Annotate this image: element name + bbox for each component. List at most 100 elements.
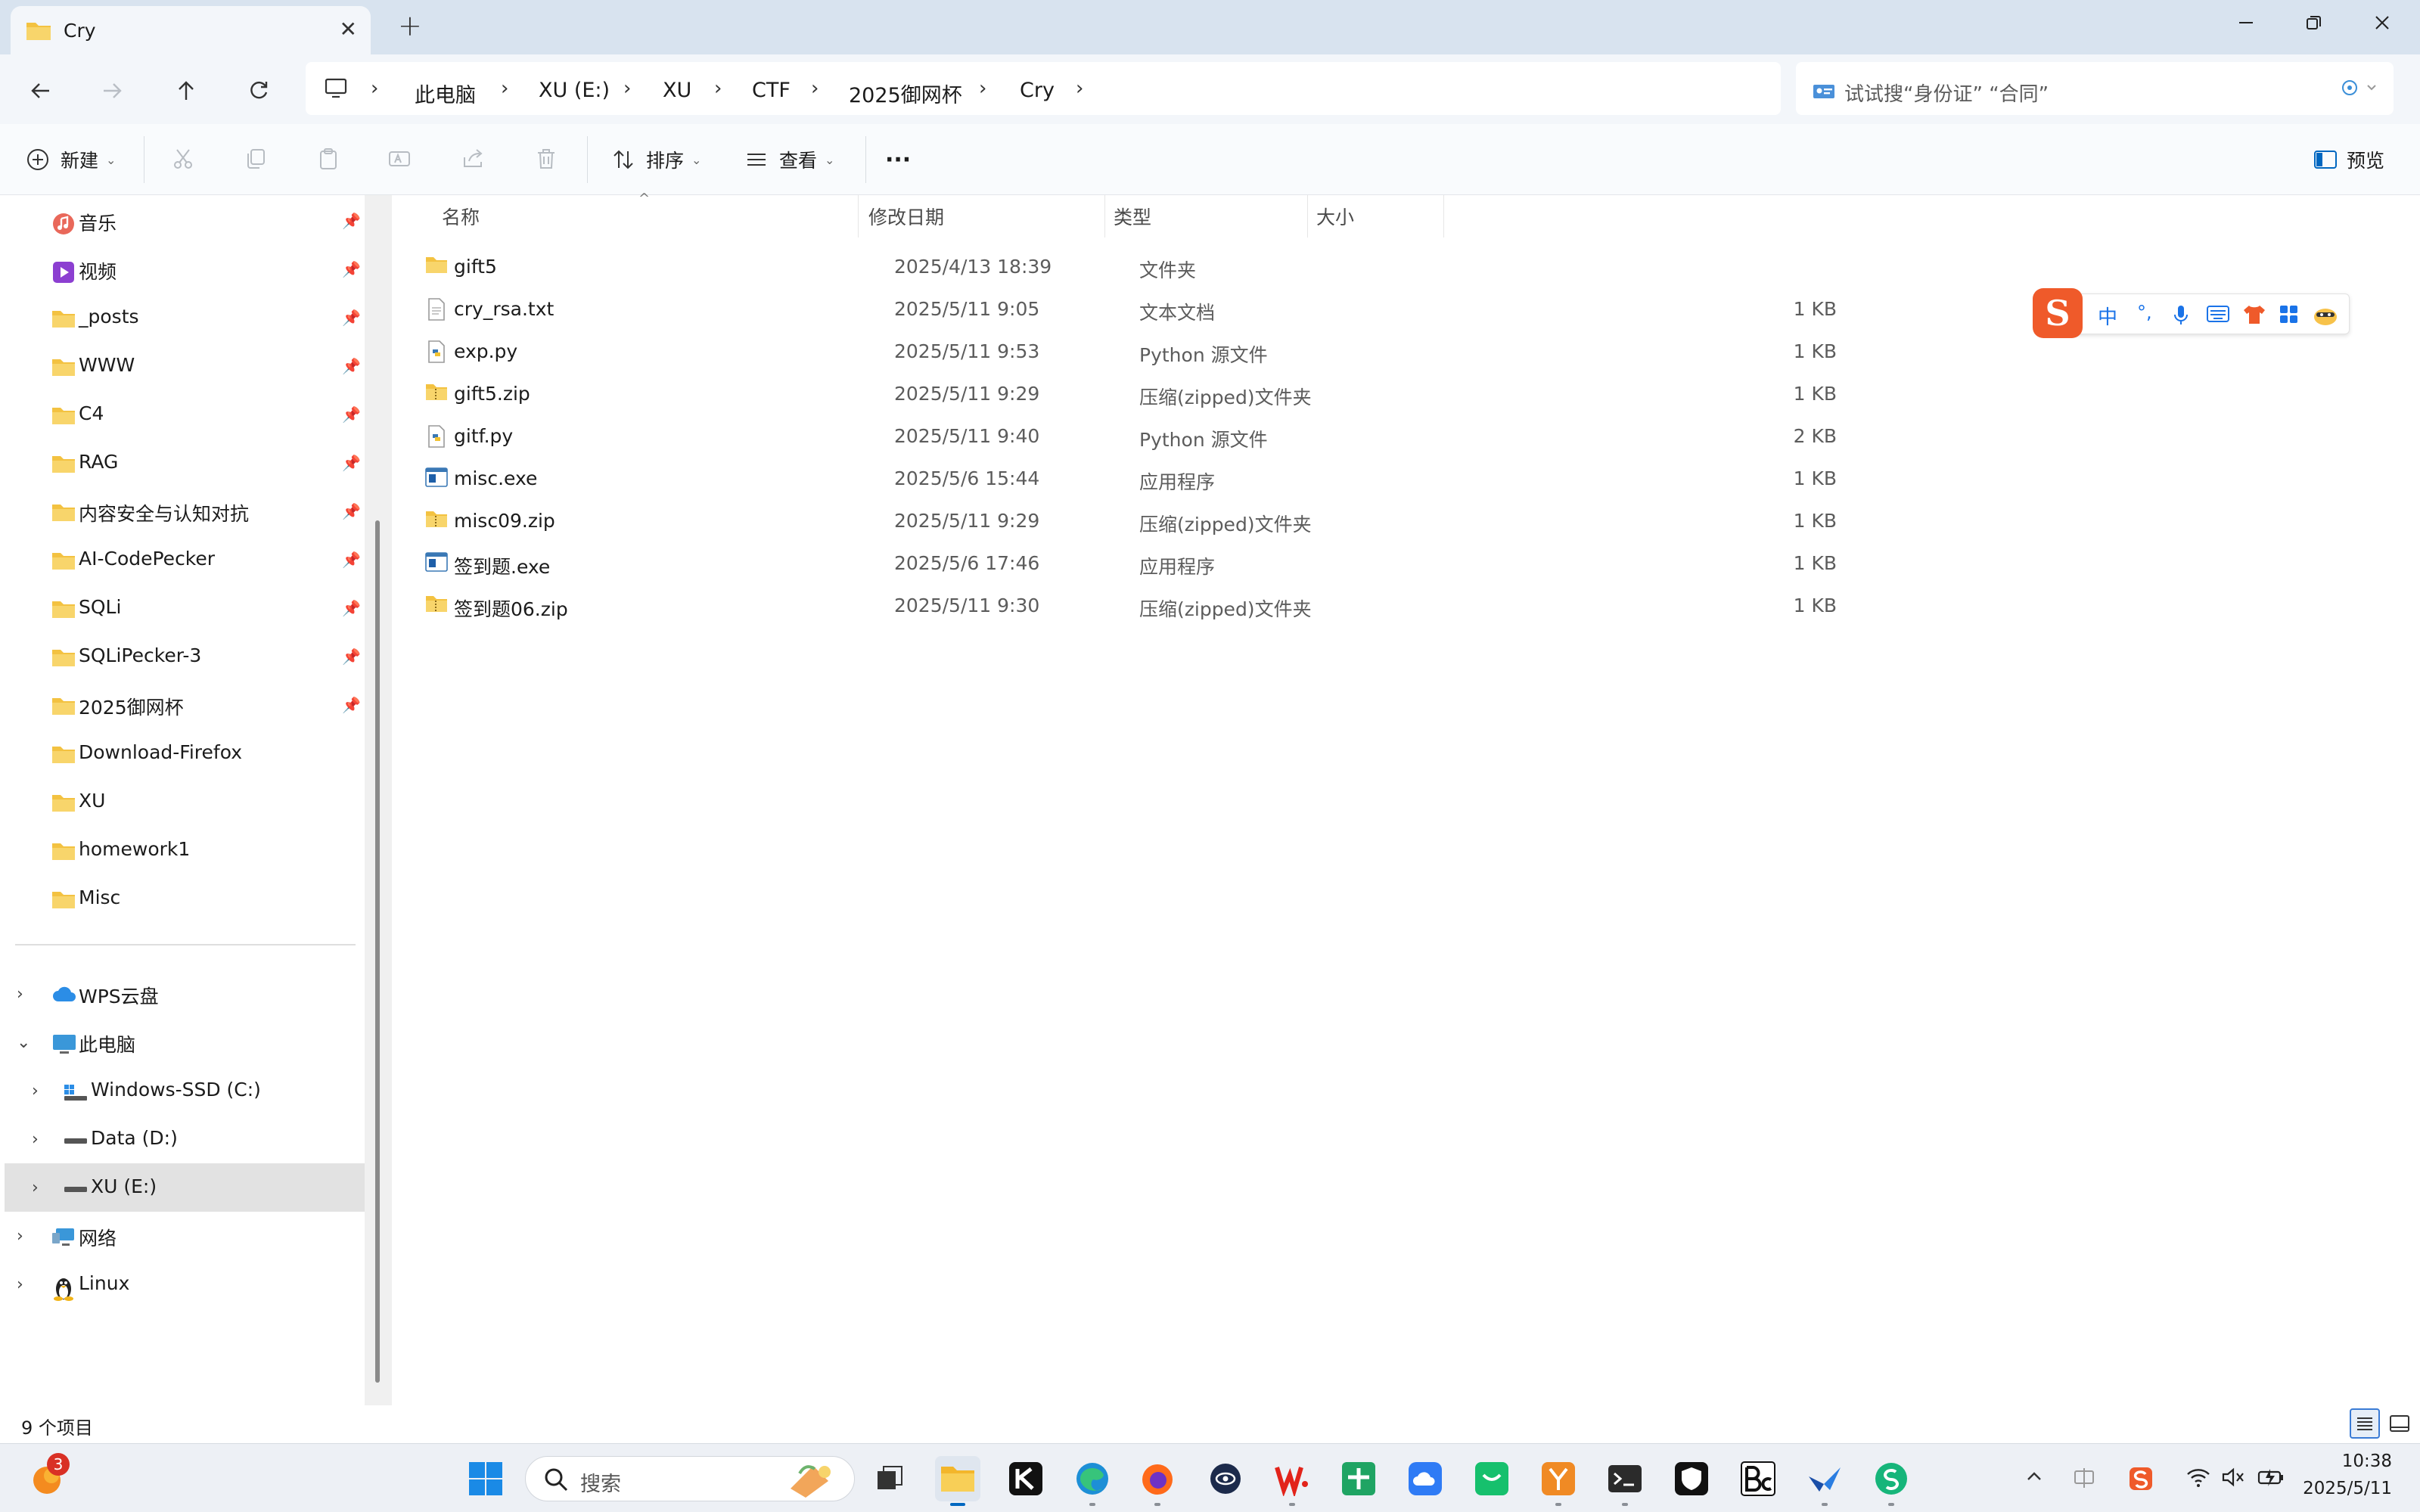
tiles-view-button[interactable] [2387, 1411, 2412, 1440]
sidebar-item-c4[interactable]: C4 📌 [0, 390, 371, 439]
file-row[interactable]: 签到题06.zip 2025/5/11 9:30 压缩(zipped)文件夹 1… [418, 584, 1837, 626]
column-header-type[interactable]: 类型 [1114, 203, 1151, 230]
sidebar-item-ai-codepecker[interactable]: AI-CodePecker 📌 [0, 536, 371, 584]
preview-pane-button[interactable]: 预览 [2313, 142, 2384, 177]
sidebar-item-drive-e[interactable]: › XU (E:) [5, 1163, 365, 1212]
file-row[interactable]: 签到题.exe 2025/5/6 17:46 应用程序 1 KB [418, 542, 1837, 584]
sogou-logo-icon[interactable]: S [2033, 288, 2083, 338]
taskbar-app-wps[interactable] [1269, 1456, 1315, 1506]
toolbox-grid-icon[interactable] [2279, 305, 2299, 329]
chevron-right-icon[interactable]: › [32, 1178, 39, 1197]
sidebar-item-posts[interactable]: _posts 📌 [0, 293, 371, 342]
share-icon[interactable] [461, 147, 486, 175]
chevron-right-icon[interactable]: › [17, 1227, 23, 1246]
start-button[interactable] [463, 1456, 508, 1501]
taskbar-app-vpn[interactable] [1203, 1456, 1248, 1501]
file-row[interactable]: gift5.zip 2025/5/11 9:29 压缩(zipped)文件夹 1… [418, 372, 1837, 414]
breadcrumb-drive-e[interactable]: XU (E:) [539, 79, 610, 102]
paste-icon[interactable] [316, 147, 340, 175]
taskbar-app-terminal[interactable] [1602, 1456, 1648, 1506]
ime-mode-toggle[interactable]: 中 [2098, 302, 2117, 330]
breadcrumb-cry[interactable]: Cry [1020, 79, 1055, 102]
sidebar-item-drive-c[interactable]: › Windows-SSD (C:) [0, 1066, 371, 1115]
column-divider[interactable] [1104, 195, 1105, 238]
ime-mascot-icon[interactable] [2313, 305, 2338, 331]
ime-punctuation-toggle[interactable]: °, [2137, 302, 2152, 323]
sidebar-scroll-thumb[interactable] [375, 520, 380, 1383]
sogou-tray-icon[interactable] [2129, 1467, 2153, 1495]
refresh-button[interactable] [238, 70, 280, 112]
chevron-right-icon[interactable]: › [979, 77, 986, 100]
battery-charging-icon[interactable] [2257, 1467, 2285, 1492]
details-view-button[interactable] [2350, 1408, 2380, 1439]
search-box[interactable]: 试试搜“身份证” “合同” [1796, 62, 2394, 115]
speaker-muted-icon[interactable] [2221, 1467, 2245, 1492]
breadcrumb-this-pc[interactable]: 此电脑 [415, 79, 476, 108]
ime-toolbar[interactable]: S 中 °, [2033, 288, 2350, 338]
sidebar-item-misc[interactable]: Misc [0, 874, 371, 923]
search-input[interactable]: 试试搜“身份证” “合同” [1844, 79, 2049, 107]
keyboard-icon[interactable] [2207, 305, 2229, 328]
taskbar-app-edge[interactable] [1070, 1456, 1115, 1506]
new-tab-button[interactable]: + [398, 9, 422, 42]
chevron-up-icon[interactable] [2024, 1467, 2044, 1491]
chevron-right-icon[interactable]: › [371, 77, 378, 100]
input-method-icon[interactable] [2073, 1467, 2095, 1494]
microphone-icon[interactable] [2173, 305, 2189, 331]
address-bar[interactable]: › 此电脑 › XU (E:) › XU › CTF › 2025御网杯 › C… [306, 62, 1781, 115]
sidebar-item-video[interactable]: 视频 📌 [0, 245, 371, 293]
chevron-right-icon[interactable]: › [501, 77, 508, 100]
file-row[interactable]: cry_rsa.txt 2025/5/11 9:05 文本文档 1 KB [418, 287, 1837, 330]
restore-button[interactable] [2280, 3, 2348, 42]
close-window-button[interactable] [2348, 3, 2416, 42]
file-row[interactable]: gitf.py 2025/5/11 9:40 Python 源文件 2 KB [418, 414, 1837, 457]
file-row[interactable]: gift5 2025/4/13 18:39 文件夹 [418, 245, 1837, 287]
taskbar-app-shield[interactable] [1669, 1456, 1714, 1501]
chevron-right-icon[interactable]: › [32, 1082, 39, 1101]
taskbar-app-chat[interactable] [1469, 1456, 1514, 1501]
back-button[interactable] [20, 70, 62, 112]
chevron-right-icon[interactable]: › [811, 77, 819, 100]
task-view-button[interactable] [867, 1456, 912, 1501]
sidebar-item-sqli[interactable]: SQLi 📌 [0, 584, 371, 632]
search-assistant-icon[interactable] [2341, 79, 2378, 101]
chevron-right-icon[interactable]: › [714, 77, 722, 100]
chevron-right-icon[interactable]: › [32, 1130, 39, 1149]
minimize-button[interactable] [2212, 3, 2280, 42]
forward-button[interactable] [91, 70, 133, 112]
skin-shirt-icon[interactable] [2243, 305, 2266, 329]
taskbar-app-vscode-like[interactable] [1536, 1456, 1581, 1506]
sidebar-item-www[interactable]: WWW 📌 [0, 342, 371, 390]
copy-icon[interactable] [244, 147, 268, 175]
column-divider[interactable] [858, 195, 859, 238]
sidebar-item-music[interactable]: 音乐 📌 [0, 197, 371, 245]
chevron-right-icon[interactable]: › [623, 77, 631, 100]
file-row[interactable]: misc.exe 2025/5/6 15:44 应用程序 1 KB [418, 457, 1837, 499]
sidebar-item-homework1[interactable]: homework1 [0, 826, 371, 874]
sidebar-item-drive-d[interactable]: › Data (D:) [0, 1115, 371, 1163]
delete-icon[interactable] [534, 147, 558, 175]
chevron-right-icon[interactable]: › [17, 985, 23, 1004]
more-options-button[interactable]: ··· [885, 142, 911, 177]
sidebar-item-wps-cloud[interactable]: › WPS云盘 [0, 970, 371, 1018]
clock-time[interactable]: 10:38 [2294, 1451, 2392, 1471]
breadcrumb-ctf[interactable]: CTF [752, 79, 791, 102]
sidebar-item-network[interactable]: › 网络 [0, 1212, 371, 1260]
taskbar-app-cloud[interactable] [1403, 1456, 1448, 1501]
taskbar-app-spreadsheet[interactable] [1336, 1456, 1381, 1501]
breadcrumb-xu[interactable]: XU [663, 79, 691, 102]
taskbar-app-kdocs[interactable] [1003, 1456, 1048, 1501]
sidebar-item-rag[interactable]: RAG 📌 [0, 439, 371, 487]
column-divider[interactable] [1443, 195, 1444, 238]
sort-button[interactable]: 排序 ⌄ [611, 142, 701, 177]
sidebar-item-download-firefox[interactable]: Download-Firefox [0, 729, 371, 778]
taskbar-app-file-explorer[interactable] [935, 1456, 980, 1506]
up-button[interactable] [165, 70, 207, 112]
wifi-icon[interactable] [2186, 1467, 2210, 1492]
file-row[interactable]: exp.py 2025/5/11 9:53 Python 源文件 1 KB [418, 330, 1837, 372]
taskbar-widget-button[interactable]: 3 [24, 1453, 70, 1501]
view-button[interactable]: 查看 ⌄ [744, 142, 834, 177]
column-header-name[interactable]: 名称 [442, 203, 480, 230]
sidebar-item-sqlipecker-3[interactable]: SQLiPecker-3 📌 [0, 632, 371, 681]
sidebar-item-linux[interactable]: › Linux [0, 1260, 371, 1309]
